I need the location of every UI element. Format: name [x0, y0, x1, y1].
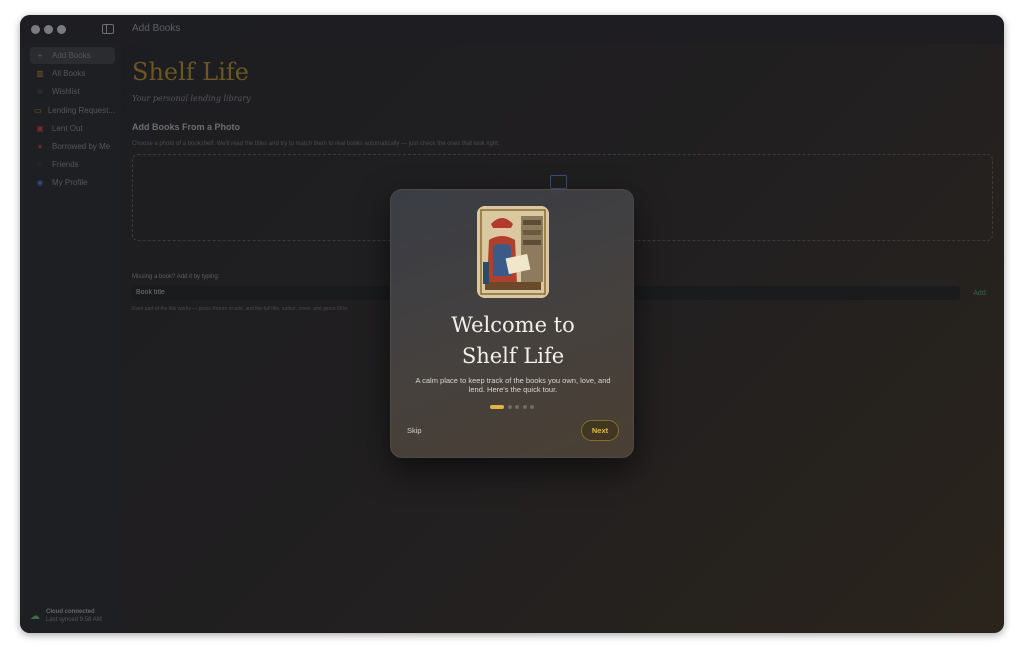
- welcome-title-line1: Welcome to: [451, 313, 575, 337]
- plus-icon: +: [37, 51, 43, 60]
- photo-icon: [550, 175, 567, 189]
- add-book-button[interactable]: Add: [967, 286, 992, 300]
- skip-button[interactable]: Skip: [407, 426, 422, 435]
- title-bar: Add Books: [20, 15, 1004, 44]
- cloud-status-title: Cloud connected: [46, 609, 95, 615]
- sidebar-item-add-books[interactable]: + Add Books: [30, 47, 115, 64]
- scholar-illustration: [477, 206, 549, 298]
- window-title: Add Books: [132, 23, 181, 34]
- sidebar-item-lent-out[interactable]: ▣ Lent Out: [30, 120, 115, 137]
- sidebar-item-all-books[interactable]: ▥ All Books: [30, 65, 115, 82]
- app-subtitle: Your personal lending library: [132, 94, 251, 103]
- sidebar-item-borrowed-by-me[interactable]: ● Borrowed by Me: [30, 138, 115, 155]
- page-dot[interactable]: [530, 405, 534, 409]
- inbox-icon: ▭: [34, 105, 42, 115]
- app-title: Shelf Life: [132, 58, 249, 86]
- sidebar-item-label: Lent Out: [52, 123, 83, 133]
- sidebar-item-friends[interactable]: ◌ Friends: [30, 156, 115, 173]
- sidebar-item-label: My Profile: [52, 178, 88, 188]
- sidebar-item-my-profile[interactable]: ◉ My Profile: [30, 174, 115, 191]
- sidebar-item-label: Add Books: [52, 51, 91, 60]
- sidebar-item-wishlist[interactable]: ☆ Wishlist: [30, 83, 115, 100]
- manual-add-label: Missing a book? Add it by typing:: [132, 274, 220, 280]
- books-icon: ▥: [36, 69, 44, 79]
- page-dot[interactable]: [490, 405, 504, 409]
- close-window-button[interactable]: [31, 25, 40, 34]
- input-hint: Even part of the title works — press Ret…: [132, 306, 349, 312]
- sidebar-item-label: Friends: [52, 160, 79, 170]
- sidebar-item-label: Lending Request...: [47, 105, 115, 115]
- welcome-title: Welcome to Shelf Life: [391, 310, 635, 372]
- gift-icon: ▣: [36, 123, 44, 133]
- people-icon: ◌: [37, 160, 43, 170]
- manuscript-illustration-icon: [477, 206, 549, 298]
- sidebar-item-lending-request[interactable]: ▭ Lending Request...: [30, 102, 115, 119]
- cloud-sync-time: Last synced 9:58 AM: [46, 617, 102, 623]
- section-description: Choose a photo of a bookshelf. We'll rea…: [132, 141, 500, 147]
- next-button[interactable]: Next: [581, 420, 619, 441]
- sidebar: + Add Books ▥ All Books ☆ Wishlist ▭ Lending Re…: [20, 44, 121, 633]
- sidebar-item-label: Wishlist: [52, 87, 80, 97]
- cloud-status: ☁ Cloud connected Last synced 9:58 AM: [30, 608, 102, 624]
- page-dot[interactable]: [522, 405, 527, 409]
- zoom-window-button[interactable]: [57, 25, 66, 34]
- sidebar-item-label: Borrowed by Me: [52, 142, 111, 151]
- welcome-description: A calm place to keep track of the books …: [415, 376, 611, 394]
- page-indicator: [490, 405, 538, 409]
- minimize-window-button[interactable]: [44, 25, 53, 34]
- section-title: Add Books From a Photo: [132, 122, 240, 132]
- welcome-dialog: Welcome to Shelf Life A calm place to ke…: [390, 189, 634, 458]
- star-icon: ☆: [36, 87, 44, 97]
- person-icon: ◉: [36, 178, 44, 188]
- bookmark-icon: ●: [37, 142, 43, 151]
- page-dot[interactable]: [515, 405, 519, 409]
- page-dot[interactable]: [507, 405, 512, 409]
- welcome-title-line2: Shelf Life: [461, 344, 565, 368]
- sidebar-toggle-icon[interactable]: [102, 24, 114, 34]
- cloud-icon: ☁: [30, 610, 40, 622]
- sidebar-item-label: All Books: [52, 69, 86, 79]
